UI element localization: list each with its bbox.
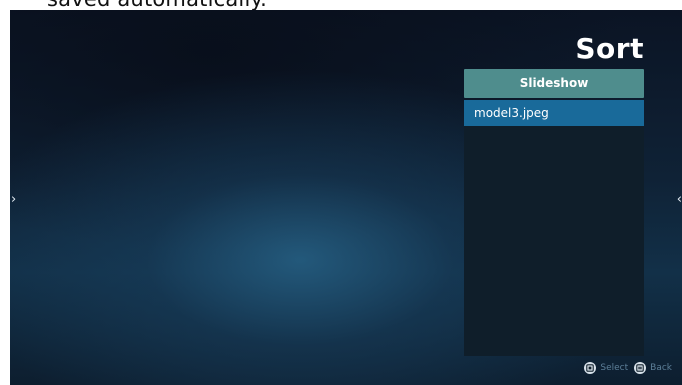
page-title: Sort bbox=[575, 32, 644, 65]
file-list[interactable]: model3.jpeg bbox=[464, 100, 644, 356]
chevron-right-icon[interactable]: › bbox=[11, 193, 16, 206]
select-hint-label: Select bbox=[600, 363, 629, 373]
ok-remote-key-icon bbox=[584, 362, 597, 374]
back-remote-key-icon bbox=[634, 362, 647, 374]
chevron-left-icon[interactable]: ‹ bbox=[677, 193, 682, 206]
slideshow-button[interactable]: Slideshow bbox=[464, 69, 644, 98]
back-hint-label: Back bbox=[650, 363, 672, 373]
tv-screen: › ‹ Sort Slideshow model3.jpeg Select Ba… bbox=[10, 10, 682, 385]
key-hints: Select Back bbox=[584, 361, 672, 375]
list-item[interactable]: model3.jpeg bbox=[464, 100, 644, 126]
page: saved automatically. › ‹ Sort Slideshow … bbox=[0, 0, 682, 385]
sort-panel: Slideshow model3.jpeg bbox=[464, 69, 644, 357]
